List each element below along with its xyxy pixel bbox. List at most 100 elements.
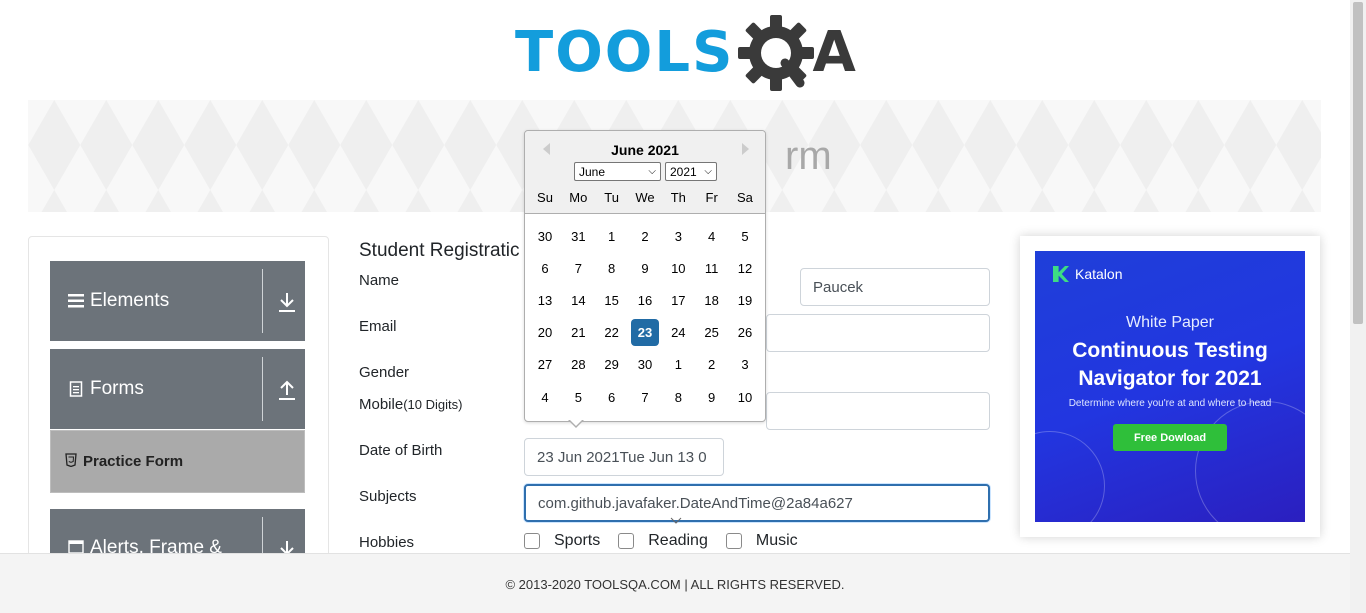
calendar-day[interactable]: 1 [598, 223, 626, 250]
hobby-label: Music [755, 532, 798, 549]
reading-checkbox[interactable] [618, 533, 635, 549]
mobile-input[interactable] [766, 392, 990, 430]
calendar-day[interactable]: 5 [564, 384, 592, 411]
datepicker-header: June 2021 June ⌵ 2021 ⌵ Su Mo Tu We Th Fr … [525, 131, 765, 214]
sidebar-item-practice-form[interactable]: Practice Form [50, 430, 305, 493]
calendar-day[interactable]: 4 [698, 223, 726, 250]
subjects-input[interactable]: com.github.javafaker.DateAndTime@2a84a62… [524, 484, 990, 524]
calendar-day[interactable]: 9 [631, 255, 659, 282]
calendar-day[interactable]: 19 [731, 287, 759, 314]
weekday-label: Tu [604, 190, 619, 205]
toolsqa-logo[interactable]: TOOLS A [515, 14, 856, 92]
divider [262, 357, 263, 421]
calendar-day[interactable]: 3 [731, 351, 759, 378]
chevron-down-icon [670, 511, 682, 528]
download-arrow-icon[interactable] [276, 289, 298, 315]
hobby-sports[interactable]: Sports [524, 532, 600, 550]
calendar-day[interactable]: 9 [698, 384, 726, 411]
calendar-day[interactable]: 1 [664, 351, 692, 378]
decorative-circle [1195, 401, 1305, 522]
month-select[interactable]: June ⌵ [574, 162, 661, 181]
calendar-day[interactable]: 8 [664, 384, 692, 411]
calendar-day-selected[interactable]: 23 [630, 319, 659, 346]
calendar-day[interactable]: 2 [631, 223, 659, 250]
calendar-day[interactable]: 10 [664, 255, 692, 282]
calendar-day[interactable]: 4 [531, 384, 559, 411]
calendar-day[interactable]: 21 [564, 319, 592, 346]
sidebar-group-forms[interactable]: Forms [50, 349, 305, 429]
next-month-arrow-icon[interactable] [737, 141, 753, 157]
month-select-value: June [579, 164, 606, 179]
email-input[interactable] [766, 314, 990, 352]
calendar-week: 27 28 29 30 1 2 3 [531, 351, 759, 378]
mobile-label-text: Mobile [359, 396, 404, 413]
html5-icon [65, 453, 77, 470]
hobby-music[interactable]: Music [725, 532, 798, 550]
scrollbar-thumb[interactable] [1353, 2, 1363, 324]
sidebar-group-elements[interactable]: Elements [50, 261, 305, 341]
calendar-day[interactable]: 6 [531, 255, 559, 282]
katalon-logo-icon [1053, 266, 1069, 282]
sidebar-item-label: Practice Form [83, 453, 184, 470]
calendar-day[interactable]: 31 [564, 223, 592, 250]
calendar-day[interactable]: 7 [564, 255, 592, 282]
calendar-day[interactable]: 26 [731, 319, 759, 346]
hobby-label: Sports [554, 532, 601, 549]
calendar-day[interactable]: 20 [531, 319, 559, 346]
last-name-input[interactable]: Paucek [800, 268, 990, 306]
calendar-day[interactable]: 12 [731, 255, 759, 282]
year-select[interactable]: 2021 ⌵ [665, 162, 717, 181]
calendar-day[interactable]: 30 [631, 351, 659, 378]
divider [262, 269, 263, 333]
calendar-day[interactable]: 25 [698, 319, 726, 346]
calendar-week: 30 31 1 2 3 4 5 [531, 223, 759, 250]
vertical-scrollbar[interactable] [1350, 0, 1366, 613]
calendar-day[interactable]: 28 [564, 351, 592, 378]
calendar-day[interactable]: 17 [664, 287, 692, 314]
hobby-reading[interactable]: Reading [618, 532, 708, 550]
document-icon [66, 381, 86, 397]
calendar-day[interactable]: 10 [731, 384, 759, 411]
music-checkbox[interactable] [725, 533, 742, 549]
calendar-day[interactable]: 6 [598, 384, 626, 411]
last-name-value: Paucek [813, 278, 864, 296]
katalon-ad[interactable]: Katalon White Paper Continuous Testing N… [1035, 251, 1305, 522]
calendar-day[interactable]: 30 [531, 223, 559, 250]
calendar-day[interactable]: 5 [731, 223, 759, 250]
calendar-day[interactable]: 18 [698, 287, 726, 314]
calendar-week: 6 7 8 9 10 11 12 [531, 255, 759, 282]
year-select-value: 2021 [670, 164, 697, 179]
free-download-button[interactable]: Free Dowload [1113, 424, 1227, 451]
calendar-day[interactable]: 8 [598, 255, 626, 282]
calendar-day[interactable]: 2 [698, 351, 726, 378]
dob-label: Date of Birth [359, 442, 443, 459]
window-icon [66, 540, 86, 554]
upload-arrow-icon[interactable] [276, 377, 298, 403]
copyright-text: © 2013-2020 TOOLSQA.COM | ALL RIGHTS RES… [505, 577, 845, 592]
calendar-day[interactable]: 22 [598, 319, 626, 346]
page-footer: © 2013-2020 TOOLSQA.COM | ALL RIGHTS RES… [0, 553, 1350, 613]
calendar-day[interactable]: 29 [598, 351, 626, 378]
calendar-day[interactable]: 15 [598, 287, 626, 314]
weekday-label: Th [670, 190, 686, 205]
calendar-day[interactable]: 14 [564, 287, 592, 314]
subjects-value: com.github.javafaker.DateAndTime@2a84a62… [538, 494, 853, 512]
calendar-day[interactable]: 13 [531, 287, 559, 314]
calendar-week: 13 14 15 16 17 18 19 [531, 287, 759, 314]
calendar-day[interactable]: 24 [664, 319, 692, 346]
name-label: Name [359, 272, 400, 289]
sports-checkbox[interactable] [524, 533, 540, 549]
calendar-day[interactable]: 16 [631, 287, 659, 314]
gender-label: Gender [359, 364, 410, 381]
calendar-day[interactable]: 7 [631, 384, 659, 411]
calendar-day[interactable]: 11 [698, 255, 726, 282]
date-of-birth-input[interactable]: 23 Jun 2021Tue Jun 13 0 [524, 438, 724, 476]
dob-value: 23 Jun 2021Tue Jun 13 0 [537, 448, 707, 466]
calendar-day[interactable]: 3 [664, 223, 692, 250]
mobile-hint: (10 Digits) [403, 397, 463, 412]
calendar-week: 20 21 22 23 24 25 26 [531, 319, 759, 346]
weekday-row: Su Mo Tu We Th Fr Sa [531, 190, 759, 205]
datepicker-pointer [568, 419, 584, 428]
hobbies-label: Hobbies [359, 534, 415, 551]
calendar-day[interactable]: 27 [531, 351, 559, 378]
